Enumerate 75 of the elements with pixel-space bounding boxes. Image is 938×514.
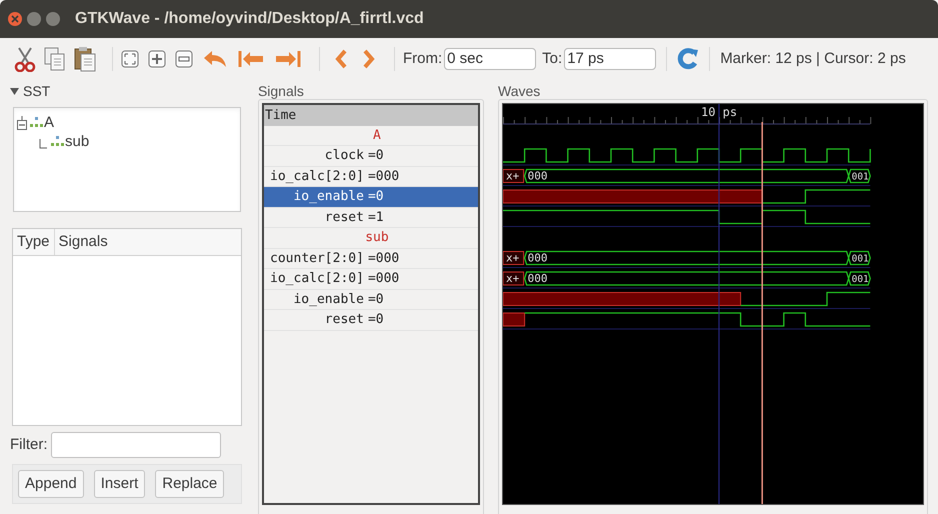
close-icon[interactable]: [11, 15, 19, 23]
next-icon[interactable]: [362, 49, 376, 69]
signal-row[interactable]: reset =1: [264, 208, 478, 228]
signal-name: io_enable: [293, 188, 364, 206]
undo-arrow-icon[interactable]: [202, 49, 228, 69]
time-header: Time: [264, 105, 478, 126]
minimize-button[interactable]: [27, 12, 41, 26]
signal-name: counter[2:0]: [270, 250, 364, 268]
signal-value: =0: [366, 290, 384, 308]
time-ruler-label: 10 ps: [701, 105, 738, 119]
tree-branch-icon[interactable]: [39, 139, 48, 149]
signal-value: =0: [366, 147, 384, 165]
tree-item[interactable]: A: [44, 115, 54, 130]
action-button[interactable]: Replace: [155, 470, 224, 498]
collapse-toggle-icon[interactable]: [17, 116, 27, 130]
signal-name: clock: [324, 147, 364, 165]
action-button[interactable]: Insert: [94, 470, 146, 498]
signal-name: io_calc[2:0]: [270, 168, 364, 186]
zoom-out-icon[interactable]: [175, 50, 193, 68]
signal-row[interactable]: counter[2:0] =000: [264, 248, 478, 269]
hierarchy-icon: [51, 136, 64, 146]
signal-name: reset: [324, 311, 364, 329]
bus-value-label: x+: [506, 170, 520, 182]
go-to-start-icon[interactable]: [237, 49, 265, 69]
reload-icon[interactable]: [677, 48, 700, 70]
panel-title: Waves: [498, 82, 542, 99]
signal-row[interactable]: reset =0: [264, 310, 478, 330]
zoom-fit-icon[interactable]: [121, 50, 139, 68]
close-button[interactable]: [8, 12, 22, 26]
bus-value-label: 000: [528, 272, 548, 285]
go-to-end-icon[interactable]: [274, 49, 302, 69]
signal-value: =000: [366, 168, 400, 186]
signal-value: =1: [366, 208, 384, 226]
maximize-button[interactable]: [46, 12, 60, 26]
group-label: sub: [264, 228, 478, 248]
signal-value: =0: [366, 311, 384, 329]
cut-icon[interactable]: [14, 46, 36, 72]
to-field[interactable]: 17 ps: [564, 48, 656, 70]
signal-row[interactable]: io_enable =0: [264, 290, 478, 310]
bus-value-label: 001: [852, 274, 869, 285]
bus-value-label: x+: [506, 272, 520, 285]
bus-value-label: x+: [506, 252, 520, 264]
copy-icon[interactable]: [44, 47, 66, 71]
hierarchy-icon: [30, 117, 43, 127]
signal-row[interactable]: clock =0: [264, 146, 478, 166]
expander-icon[interactable]: [10, 86, 19, 96]
signal-value: =000: [366, 270, 400, 288]
bus-value-label: 000: [528, 252, 548, 264]
zoom-in-icon[interactable]: [148, 50, 166, 68]
signal-name: io_calc[2:0]: [270, 270, 364, 288]
column-header[interactable]: Type: [13, 229, 55, 255]
group-label: A: [264, 126, 478, 146]
signal-value: =0: [366, 188, 384, 206]
paste-icon[interactable]: [74, 46, 96, 72]
signal-name: reset: [324, 208, 364, 226]
from-field[interactable]: 0 sec: [444, 48, 536, 70]
section-title: SST: [23, 82, 50, 100]
window-title: GTKWave - /home/oyvind/Desktop/A_firrtl.vcd: [75, 9, 424, 29]
panel-title: Signals: [258, 82, 305, 99]
from-label: From:: [403, 48, 442, 69]
tree-item[interactable]: sub: [65, 134, 90, 149]
signal-row[interactable]: io_enable =0: [264, 187, 478, 208]
bus-value-label: 000: [528, 170, 548, 182]
signal-name: io_enable: [293, 290, 364, 308]
column-header[interactable]: Signals: [54, 229, 241, 255]
bus-value-label: 001: [852, 172, 869, 182]
action-button[interactable]: Append: [18, 470, 84, 498]
to-label: To:: [542, 48, 562, 69]
bus-value-label: 001: [852, 254, 869, 264]
signal-row[interactable]: io_calc[2:0] =000: [264, 269, 478, 290]
marker-cursor-status: Marker: 12 ps | Cursor: 2 ps: [720, 48, 906, 69]
filter-field[interactable]: [50, 432, 220, 458]
signal-value: =000: [366, 250, 400, 268]
previous-icon[interactable]: [334, 49, 348, 69]
filter-label: Filter:: [10, 434, 48, 455]
